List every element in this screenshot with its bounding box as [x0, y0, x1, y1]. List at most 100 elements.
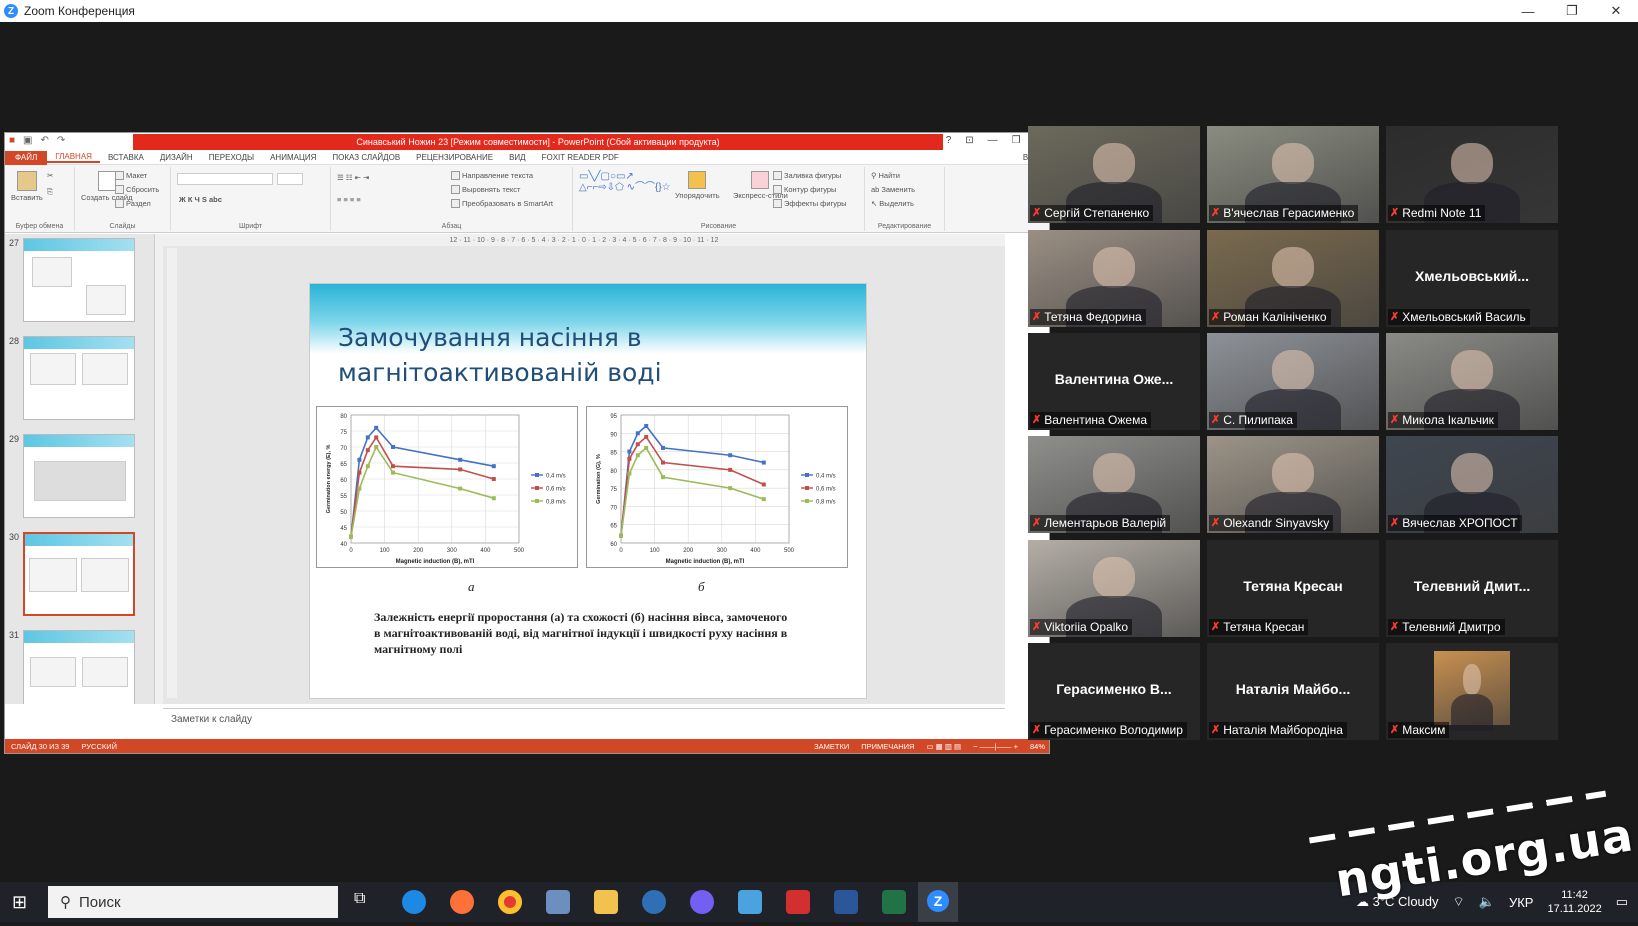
- maximize-button[interactable]: ❐: [1550, 0, 1594, 22]
- tab-insert[interactable]: ВСТАВКА: [100, 153, 152, 162]
- x-tick-label: 0: [619, 548, 623, 554]
- participant-tile[interactable]: Наталія Майбо... ✗ Наталія Майбородіна: [1207, 643, 1379, 740]
- participant-tile[interactable]: Телевний Дмит... ✗ Телевний Дмитро: [1386, 540, 1558, 637]
- windows-start-icon[interactable]: ⊞: [12, 892, 27, 913]
- text-direction-button[interactable]: Направление текста: [451, 171, 533, 180]
- reset-button[interactable]: Сбросить: [115, 185, 159, 194]
- shapes-gallery[interactable]: ▭╲╱▢○▭↗ △⌐⌐⇨⇩⬠ ∿⌒⌒{}☆: [579, 171, 671, 193]
- participant-tile[interactable]: ✗ Максим: [1386, 643, 1558, 740]
- list-buttons[interactable]: ☰ ☷ ⇤ ⇥: [337, 173, 369, 182]
- select-button[interactable]: ↖ Выделить: [871, 199, 914, 208]
- tab-animation[interactable]: АНИМАЦИЯ: [262, 153, 324, 162]
- cut-icon[interactable]: ✂: [47, 171, 53, 180]
- font-size-select[interactable]: [277, 173, 303, 185]
- thumbnails-scrollbar[interactable]: [155, 234, 163, 704]
- replace-button[interactable]: ab Заменить: [871, 185, 915, 194]
- shape-fill-button[interactable]: Заливка фигуры: [773, 171, 841, 180]
- language-indicator[interactable]: УКР: [1509, 895, 1534, 910]
- notifications-icon[interactable]: ▭: [1616, 894, 1628, 910]
- person-silhouette: [1451, 143, 1493, 185]
- participant-tile[interactable]: Герасименко В... ✗ Герасименко Володимир: [1028, 643, 1200, 740]
- participant-tile[interactable]: ✗ Тетяна Федорина: [1028, 230, 1200, 327]
- paste-button[interactable]: Вставить: [11, 171, 43, 202]
- app-k-icon[interactable]: [642, 890, 666, 914]
- participant-name: Сергій Степаненко: [1044, 206, 1150, 220]
- participant-tile[interactable]: ✗ В'ячеслав Герасименко: [1207, 126, 1379, 223]
- taskbar-search[interactable]: ⚲ Поиск: [48, 886, 338, 918]
- clock[interactable]: 11:42 17.11.2022: [1547, 888, 1601, 916]
- zoom-slider[interactable]: − ——|—— +: [973, 742, 1018, 751]
- participant-tile[interactable]: ✗ Роман Калініченко: [1207, 230, 1379, 327]
- shape-effects-button[interactable]: Эффекты фигуры: [773, 199, 847, 208]
- view-buttons[interactable]: ▭ ▦ ▥ ▤: [926, 742, 961, 751]
- word-icon[interactable]: [834, 890, 858, 914]
- tab-file[interactable]: ФАЙЛ: [5, 150, 48, 165]
- find-button[interactable]: ⚲ Найти: [871, 171, 900, 180]
- tab-review[interactable]: РЕЦЕНЗИРОВАНИЕ: [408, 153, 501, 162]
- slide-thumbnail-selected[interactable]: [23, 532, 135, 616]
- slide-thumbnail[interactable]: [23, 434, 135, 518]
- participant-tile[interactable]: ✗ Olexandr Sinyavsky: [1207, 436, 1379, 533]
- tab-view[interactable]: ВИД: [501, 153, 534, 162]
- group-clipboard: Вставить ✂ ⎘ Буфер обмена: [5, 167, 75, 231]
- x-axis-label: Magnetic induction (B), mTl: [666, 559, 745, 565]
- firefox-icon[interactable]: [450, 890, 474, 914]
- participant-tile[interactable]: ✗ Микола Ікальчик: [1386, 333, 1558, 430]
- file-explorer-icon[interactable]: [594, 890, 618, 914]
- chrome-icon[interactable]: [498, 890, 522, 914]
- participant-tile[interactable]: ✗ Viktoriia Opalko: [1028, 540, 1200, 637]
- slide-thumbnail[interactable]: [23, 238, 135, 322]
- current-slide[interactable]: Замочування насіння в магнітоактивованій…: [309, 283, 867, 699]
- tab-transitions[interactable]: ПЕРЕХОДЫ: [201, 153, 262, 162]
- slide-thumbnail[interactable]: [23, 336, 135, 420]
- help-icon[interactable]: ?: [946, 135, 952, 146]
- tab-design[interactable]: ДИЗАЙН: [152, 153, 201, 162]
- font-format-buttons[interactable]: Ж К Ч S abc: [179, 195, 222, 204]
- ppt-restore-icon[interactable]: ❐: [1012, 135, 1021, 146]
- data-point: [458, 467, 463, 472]
- align-buttons[interactable]: ≡ ≡ ≡ ≡: [337, 195, 361, 204]
- participant-tile[interactable]: Хмельовський... ✗ Хмельовський Василь: [1386, 230, 1558, 327]
- align-text-button[interactable]: Выровнять текст: [451, 185, 520, 194]
- comments-toggle[interactable]: ПРИМЕЧАНИЯ: [861, 742, 914, 751]
- section-button[interactable]: Раздел: [115, 199, 151, 208]
- slide-notes[interactable]: Заметки к слайду: [163, 708, 1005, 730]
- participant-tile[interactable]: ✗ Redmi Note 11: [1386, 126, 1558, 223]
- shape-outline-button[interactable]: Контур фигуры: [773, 185, 836, 194]
- participant-tile[interactable]: ✗ Лементарьов Валерій: [1028, 436, 1200, 533]
- arrange-button[interactable]: Упорядочить: [675, 171, 720, 200]
- participant-tile[interactable]: ✗ С. Пилипака: [1207, 333, 1379, 430]
- save-icon[interactable]: ▣: [23, 135, 32, 146]
- zoom-level[interactable]: 84%: [1030, 742, 1045, 751]
- participant-tile[interactable]: ✗ Сергій Степаненко: [1028, 126, 1200, 223]
- tab-home[interactable]: ГЛАВНАЯ: [47, 152, 100, 163]
- font-name-select[interactable]: [177, 173, 273, 185]
- slide-thumbnail[interactable]: [23, 630, 135, 704]
- participant-name: Olexandr Sinyavsky: [1223, 516, 1330, 530]
- paint-icon[interactable]: [546, 890, 570, 914]
- acrobat-icon[interactable]: [786, 890, 810, 914]
- viber-icon[interactable]: [690, 890, 714, 914]
- edge-icon[interactable]: [402, 890, 426, 914]
- layout-button[interactable]: Макет: [115, 171, 147, 180]
- photos-icon[interactable]: [738, 890, 762, 914]
- smartart-button[interactable]: Преобразовать в SmartArt: [451, 199, 553, 208]
- undo-icon[interactable]: ↶: [41, 135, 49, 146]
- search-icon: ⚲: [60, 894, 71, 911]
- tab-slideshow[interactable]: ПОКАЗ СЛАЙДОВ: [324, 153, 408, 162]
- participant-tile[interactable]: Валентина Оже... ✗ Валентина Ожема: [1028, 333, 1200, 430]
- close-button[interactable]: ✕: [1594, 0, 1638, 22]
- ppt-minimize-icon[interactable]: —: [988, 135, 998, 146]
- redo-icon[interactable]: ↷: [57, 135, 65, 146]
- tab-foxit[interactable]: FOXIT READER PDF: [534, 153, 627, 162]
- ribbon-options-icon[interactable]: ⊡: [965, 135, 973, 146]
- zoom-taskbar-button[interactable]: Z: [918, 882, 958, 922]
- participant-tile[interactable]: ✗ Вячеслав ХРОПОСТ: [1386, 436, 1558, 533]
- minimize-button[interactable]: —: [1506, 0, 1550, 22]
- notes-toggle[interactable]: ЗАМЕТКИ: [814, 742, 849, 751]
- copy-icon[interactable]: ⎘: [47, 187, 53, 197]
- task-view-icon[interactable]: ⧉: [354, 890, 378, 914]
- participant-tile[interactable]: Тетяна Кресан ✗ Тетяна Кресан: [1207, 540, 1379, 637]
- excel-icon[interactable]: [882, 890, 906, 914]
- muted-mic-icon: ✗: [1032, 207, 1042, 219]
